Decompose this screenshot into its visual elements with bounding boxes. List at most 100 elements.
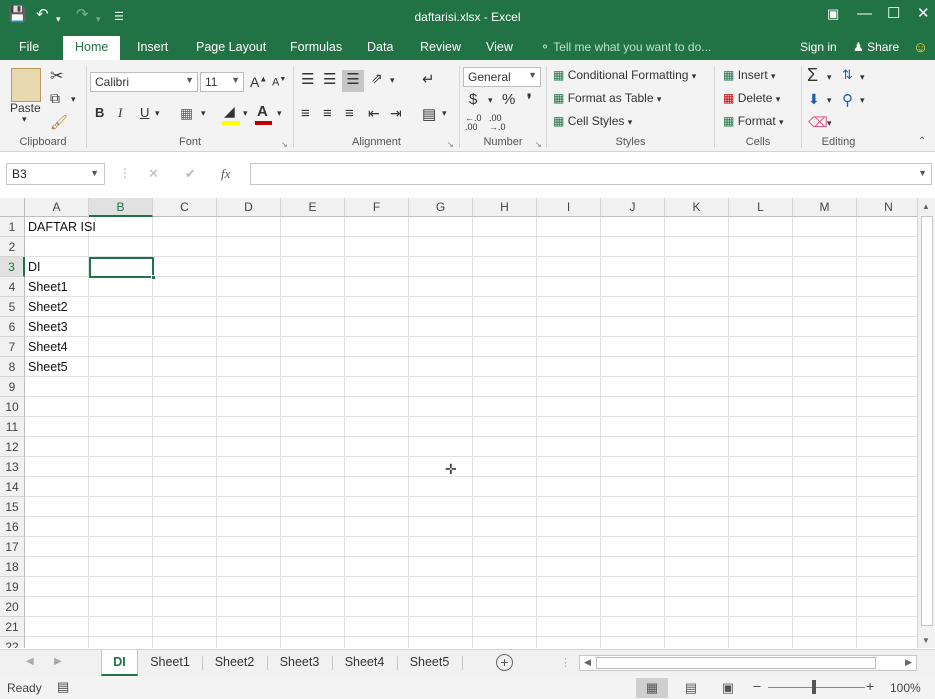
cell-area[interactable]	[25, 217, 917, 648]
autosum-icon[interactable]: Σ	[807, 65, 818, 86]
merge-center-icon[interactable]: ▤	[422, 105, 436, 123]
row-header-12[interactable]: 12	[0, 437, 25, 457]
tab-file[interactable]: File	[19, 40, 39, 54]
cell-styles-button[interactable]: ▦ Cell Styles ▾	[553, 114, 632, 128]
column-header-a[interactable]: A	[25, 198, 89, 217]
row-header-13[interactable]: 13	[0, 457, 25, 477]
row-header-7[interactable]: 7	[0, 337, 25, 357]
percent-button[interactable]: %	[502, 91, 515, 108]
increase-decimal-button[interactable]: ←.0.00	[465, 114, 482, 132]
fill-dropdown-icon[interactable]: ▾	[827, 95, 832, 106]
maximize-icon[interactable]: ☐	[887, 5, 900, 23]
confirm-edit-button[interactable]: ✔	[185, 166, 196, 182]
shrink-font-button[interactable]: A▼	[272, 76, 286, 89]
column-header-i[interactable]: I	[537, 198, 601, 217]
column-header-f[interactable]: F	[345, 198, 409, 217]
new-sheet-button[interactable]: +	[496, 654, 513, 671]
cell-a5[interactable]: Sheet2	[28, 297, 68, 317]
clear-dropdown-icon[interactable]: ▾	[827, 118, 832, 129]
previous-sheet-icon[interactable]: ◀	[26, 656, 34, 667]
tell-me-box[interactable]: ⚬ Tell me what you want to do...	[540, 40, 711, 54]
fill-color-icon[interactable]: ◢	[224, 103, 235, 120]
row-header-16[interactable]: 16	[0, 517, 25, 537]
copy-icon[interactable]: ⧉	[50, 90, 60, 107]
font-color-dropdown-icon[interactable]: ▾	[277, 108, 282, 119]
number-format-select[interactable]: General ▼	[463, 67, 541, 87]
cell-a4[interactable]: Sheet1	[28, 277, 68, 297]
next-sheet-icon[interactable]: ▶	[54, 656, 62, 667]
tab-insert[interactable]: Insert	[137, 40, 168, 54]
cell-a8[interactable]: Sheet5	[28, 357, 68, 377]
increase-indent-icon[interactable]: ⇥	[390, 105, 402, 122]
number-dialog-launcher-icon[interactable]: ↘	[535, 140, 542, 149]
row-header-11[interactable]: 11	[0, 417, 25, 437]
middle-align-icon[interactable]: ☰	[323, 70, 336, 88]
column-header-k[interactable]: K	[665, 198, 729, 217]
row-header-1[interactable]: 1	[0, 217, 25, 237]
column-header-n[interactable]: N	[857, 198, 917, 217]
bold-button[interactable]: B	[95, 105, 104, 120]
row-header-6[interactable]: 6	[0, 317, 25, 337]
row-header-18[interactable]: 18	[0, 557, 25, 577]
column-header-l[interactable]: L	[729, 198, 793, 217]
sheet-tab-di[interactable]: DI	[101, 650, 138, 676]
column-header-e[interactable]: E	[281, 198, 345, 217]
underline-button[interactable]: U	[140, 105, 149, 120]
ribbon-display-options-icon[interactable]: ▣	[827, 5, 839, 23]
worksheet-grid[interactable]: ABCDEFGHIJKLMN 1 2 3 4 5 6 7 8 9 10 11 12 13 14 15 16 17…	[0, 198, 917, 648]
horizontal-scrollbar[interactable]: ◀ ▶	[579, 655, 917, 671]
cut-icon[interactable]: ✂	[50, 66, 63, 86]
borders-icon[interactable]: ▦	[180, 105, 193, 122]
alignment-dialog-launcher-icon[interactable]: ↘	[447, 140, 454, 149]
cancel-edit-button[interactable]: ✕	[148, 166, 159, 182]
font-name-select[interactable]: Calibri ▼	[90, 72, 198, 92]
cell-a6[interactable]: Sheet3	[28, 317, 68, 337]
scroll-up-icon[interactable]: ▲	[922, 202, 930, 211]
decrease-decimal-button[interactable]: .00 →.0	[489, 114, 506, 132]
tab-home[interactable]: Home	[63, 36, 121, 60]
cell-a7[interactable]: Sheet4	[28, 337, 68, 357]
collapse-ribbon-icon[interactable]: ⌃	[918, 136, 926, 147]
formula-input[interactable]: ▼	[250, 163, 932, 185]
column-header-g[interactable]: G	[409, 198, 473, 217]
format-painter-icon[interactable]: 🖌	[50, 114, 68, 131]
column-header-d[interactable]: D	[217, 198, 281, 217]
vertical-scrollbar[interactable]: ▲ ▼	[917, 198, 935, 648]
find-select-icon[interactable]: ⚲	[842, 91, 853, 109]
column-header-m[interactable]: M	[793, 198, 857, 217]
zoom-in-icon[interactable]: +	[866, 678, 874, 694]
sheet-tab-sheet5[interactable]: Sheet5	[397, 650, 462, 676]
row-header-8[interactable]: 8	[0, 357, 25, 377]
orientation-icon[interactable]: ⇗	[371, 70, 383, 87]
italic-button[interactable]: I	[118, 105, 122, 121]
column-header-h[interactable]: H	[473, 198, 537, 217]
horizontal-scroll-thumb[interactable]	[596, 657, 876, 669]
row-header-3[interactable]: 3	[0, 257, 25, 277]
fill-handle[interactable]	[151, 275, 156, 280]
row-header-15[interactable]: 15	[0, 497, 25, 517]
copy-dropdown-icon[interactable]: ▾	[71, 94, 76, 105]
cell-a1[interactable]: DAFTAR ISI	[28, 217, 96, 237]
page-break-preview-icon[interactable]: ▣	[712, 678, 744, 698]
grow-font-button[interactable]: A▲	[250, 74, 267, 90]
fill-icon[interactable]: ⬇	[808, 91, 820, 108]
tab-formulas[interactable]: Formulas	[290, 40, 342, 54]
sheet-tab-sheet2[interactable]: Sheet2	[202, 650, 267, 676]
fill-color-dropdown-icon[interactable]: ▾	[243, 108, 248, 119]
row-header-21[interactable]: 21	[0, 617, 25, 637]
vertical-scroll-thumb[interactable]	[921, 216, 933, 626]
tab-data[interactable]: Data	[367, 40, 393, 54]
format-as-table-button[interactable]: ▦ Format as Table ▾	[553, 91, 661, 105]
find-dropdown-icon[interactable]: ▾	[860, 95, 865, 106]
font-color-icon[interactable]: A	[257, 103, 268, 120]
bottom-align-icon[interactable]: ☰	[342, 70, 364, 92]
underline-dropdown-icon[interactable]: ▾	[155, 108, 160, 119]
wrap-text-icon[interactable]: ↵	[422, 70, 435, 88]
column-header-b[interactable]: B	[89, 198, 153, 217]
merge-dropdown-icon[interactable]: ▾	[442, 108, 447, 119]
comma-style-button[interactable]: ❜	[527, 91, 532, 108]
sheet-tab-sheet4[interactable]: Sheet4	[332, 650, 397, 676]
tab-review[interactable]: Review	[420, 40, 461, 54]
insert-cells-button[interactable]: ▦ Insert ▾	[723, 68, 776, 82]
name-box[interactable]: B3 ▼	[6, 163, 105, 185]
